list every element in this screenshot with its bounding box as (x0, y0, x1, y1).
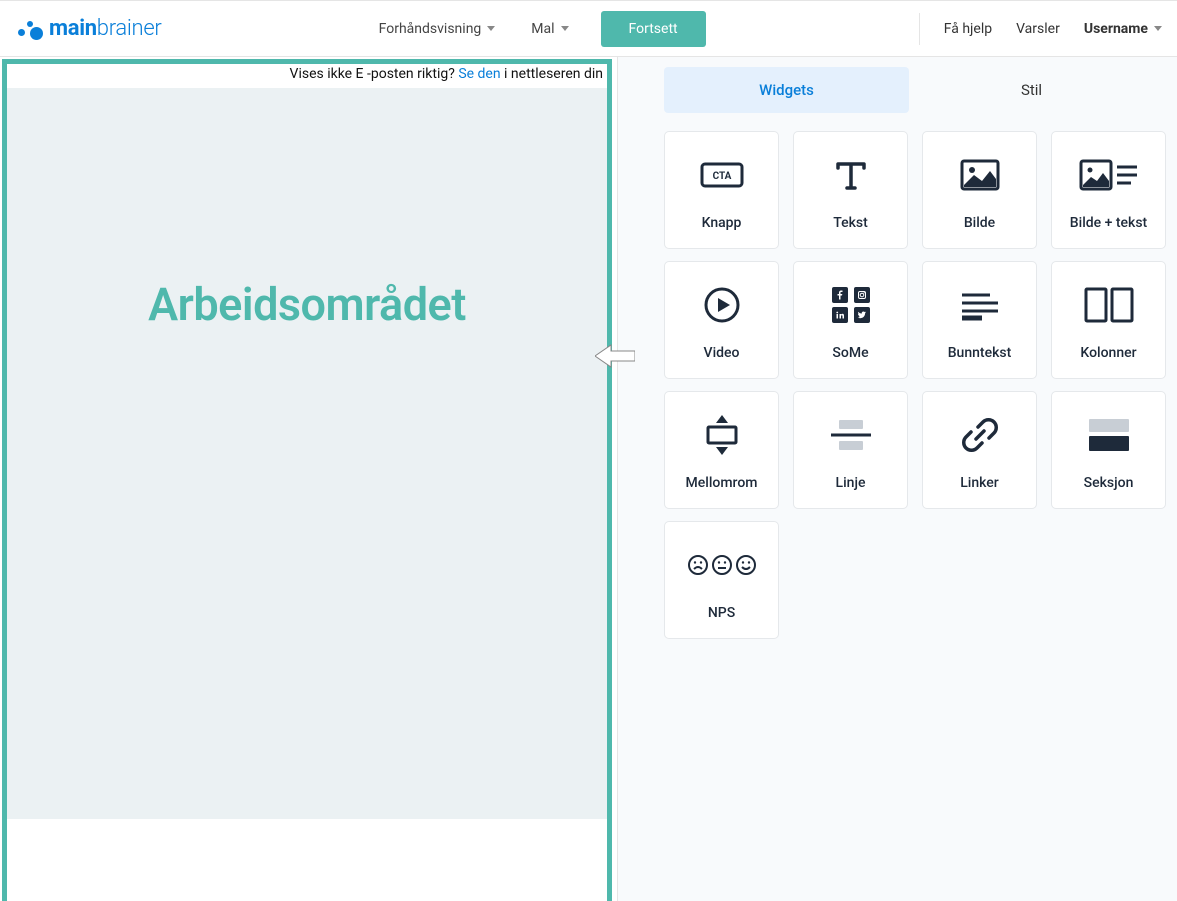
video-play-icon (702, 279, 742, 331)
continue-button[interactable]: Fortsett (601, 11, 706, 47)
tab-style[interactable]: Stil (909, 67, 1154, 113)
widget-label: Bunntekst (948, 345, 1012, 361)
cta-button-icon: CTA (700, 149, 744, 201)
drag-arrow-icon (595, 343, 635, 373)
social-media-icon (832, 279, 870, 331)
preview-text-before: Vises ikke E -posten riktig? (290, 66, 459, 82)
widget-image[interactable]: Bilde (922, 131, 1037, 249)
sidebar-tabs: Widgets Stil (664, 67, 1154, 113)
widget-label: Knapp (702, 215, 742, 231)
tab-widgets[interactable]: Widgets (664, 67, 909, 113)
text-icon (832, 149, 870, 201)
widget-label: Kolonner (1080, 345, 1136, 361)
widget-label: Linje (836, 475, 866, 491)
widget-grid: CTA Knapp Tekst Bilde (664, 131, 1166, 639)
widget-sidebar: Widgets Stil CTA Knapp Tekst (617, 57, 1177, 901)
link-chain-icon (960, 409, 1000, 461)
spacing-icon (702, 409, 742, 461)
caret-down-icon (1154, 26, 1162, 31)
image-icon (960, 149, 1000, 201)
widget-label: Bilde + tekst (1070, 215, 1147, 231)
widget-nps[interactable]: NPS (664, 521, 779, 639)
line-divider-icon (829, 409, 873, 461)
canvas-wrapper: Vises ikke E -posten riktig? Se den i ne… (0, 57, 617, 901)
widget-some[interactable]: SoMe (793, 261, 908, 379)
view-in-browser-link[interactable]: Se den (458, 66, 500, 82)
main-content: Vises ikke E -posten riktig? Se den i ne… (0, 57, 1177, 901)
preview-text-after: i nettleseren din (501, 66, 603, 82)
app-header: mainbrainer Forhåndsvisning Mal Fortsett… (0, 1, 1177, 57)
logo-icon (15, 15, 43, 43)
email-preview-line: Vises ikke E -posten riktig? Se den i ne… (7, 64, 607, 86)
footer-lines-icon (960, 279, 1000, 331)
widget-section[interactable]: Seksjon (1051, 391, 1166, 509)
widget-label: Bilde (964, 215, 995, 231)
widget-line[interactable]: Linje (793, 391, 908, 509)
widget-label: Mellomrom (686, 475, 758, 491)
widget-video[interactable]: Video (664, 261, 779, 379)
widget-spacing[interactable]: Mellomrom (664, 391, 779, 509)
widget-footer[interactable]: Bunntekst (922, 261, 1037, 379)
widget-label: Linker (960, 475, 999, 491)
widget-label: NPS (708, 605, 735, 621)
username-label: Username (1084, 21, 1148, 37)
widget-label: SoMe (832, 345, 868, 361)
widget-label: Tekst (833, 215, 868, 231)
preview-label: Forhåndsvisning (379, 21, 482, 37)
widget-button[interactable]: CTA Knapp (664, 131, 779, 249)
caret-down-icon (561, 26, 569, 31)
preview-dropdown[interactable]: Forhåndsvisning (375, 15, 500, 43)
widget-label: Video (704, 345, 740, 361)
section-icon (1087, 409, 1131, 461)
widget-text[interactable]: Tekst (793, 131, 908, 249)
logo[interactable]: mainbrainer (15, 15, 162, 43)
email-canvas[interactable]: Vises ikke E -posten riktig? Se den i ne… (2, 59, 612, 901)
caret-down-icon (487, 26, 495, 31)
template-label: Mal (531, 21, 554, 37)
alerts-link[interactable]: Varsler (1016, 21, 1060, 37)
help-link[interactable]: Få hjelp (944, 21, 992, 37)
logo-text: mainbrainer (49, 16, 162, 41)
username-dropdown[interactable]: Username (1084, 21, 1162, 37)
widget-label: Seksjon (1084, 475, 1134, 491)
svg-text:CTA: CTA (712, 171, 731, 182)
template-dropdown[interactable]: Mal (527, 15, 572, 43)
widget-columns[interactable]: Kolonner (1051, 261, 1166, 379)
columns-icon (1084, 279, 1134, 331)
widget-image-text[interactable]: Bilde + tekst (1051, 131, 1166, 249)
widget-links[interactable]: Linker (922, 391, 1037, 509)
nps-faces-icon (687, 539, 757, 591)
workspace-dropzone[interactable]: Arbeidsområdet (7, 88, 607, 819)
workspace-title: Arbeidsområdet (7, 278, 607, 331)
divider (919, 13, 920, 45)
header-center-nav: Forhåndsvisning Mal Fortsett (375, 11, 706, 47)
image-text-icon (1079, 149, 1139, 201)
header-right-nav: Få hjelp Varsler Username (919, 13, 1162, 45)
